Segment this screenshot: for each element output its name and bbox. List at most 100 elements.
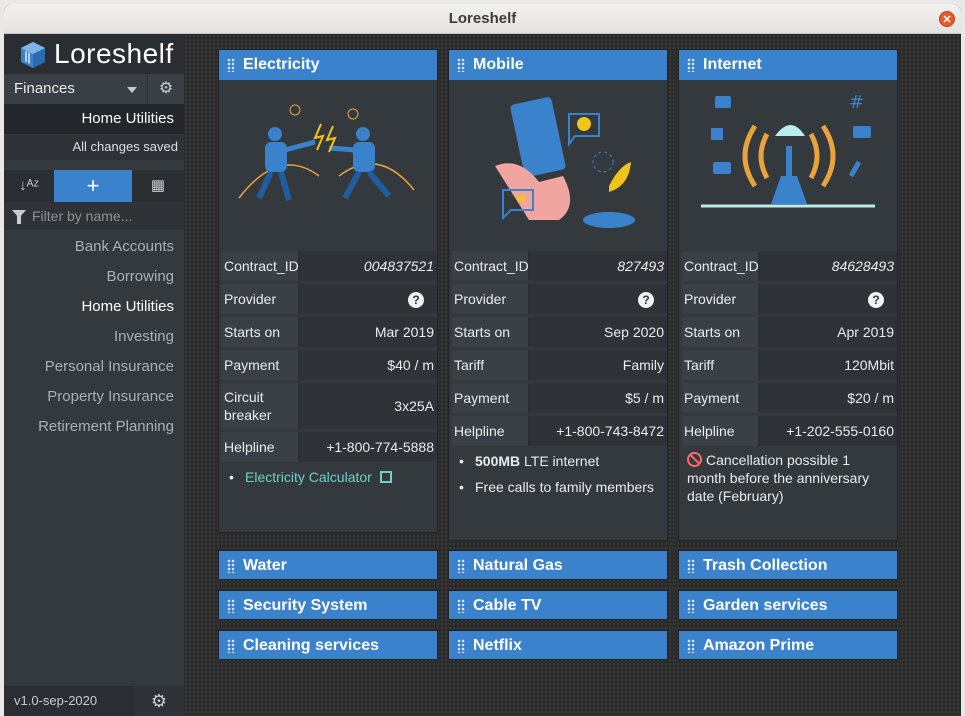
drag-handle-icon[interactable] — [457, 639, 465, 653]
field-key: Payment — [222, 350, 300, 380]
card-water[interactable]: Water — [218, 550, 438, 580]
drag-handle-icon[interactable] — [227, 639, 235, 653]
field-key: Starts on — [222, 317, 300, 347]
electricity-calculator-link[interactable]: Electricity Calculator — [245, 469, 372, 485]
field-key: Helpline — [222, 432, 300, 462]
version-label: v1.0-sep-2020 — [4, 686, 134, 716]
list-item: 500MB LTE internet — [459, 452, 659, 470]
category-settings-button[interactable]: ⚙ — [148, 74, 184, 104]
sidebar-item-investing[interactable]: Investing — [4, 322, 184, 352]
field-value[interactable]: +1-202-555-0160 — [760, 416, 897, 446]
drag-handle-icon[interactable] — [687, 639, 695, 653]
filter-input[interactable]: Filter by name... — [4, 202, 184, 230]
field-key: Contract_ID — [222, 251, 300, 281]
mobile-illustration — [449, 80, 667, 248]
card-title: Mobile — [473, 56, 524, 73]
field-key: Payment — [452, 383, 530, 413]
sidebar-item-home-utilities[interactable]: Home Utilities — [4, 292, 184, 322]
field-value[interactable]: Family — [530, 350, 667, 380]
field-value[interactable]: $5 / m — [530, 383, 667, 413]
page-list: Bank Accounts Borrowing Home Utilities I… — [4, 232, 184, 442]
card-title: Electricity — [243, 56, 320, 73]
drag-handle-icon[interactable] — [687, 58, 695, 72]
field-value[interactable]: 84628493 — [760, 251, 897, 281]
card-natural-gas[interactable]: Natural Gas — [448, 550, 668, 580]
card-title: Amazon Prime — [703, 637, 815, 654]
field-key: Helpline — [452, 416, 530, 446]
card-cable-tv[interactable]: Cable TV — [448, 590, 668, 620]
field-value[interactable]: $20 / m — [760, 383, 897, 413]
field-value[interactable]: ? — [530, 284, 667, 314]
new-page-button[interactable]: + — [54, 170, 132, 202]
help-icon[interactable]: ? — [638, 292, 654, 308]
internet-illustration: # — [679, 80, 897, 248]
field-value[interactable]: +1-800-774-5888 — [300, 432, 437, 462]
close-window-button[interactable]: ✕ — [939, 11, 955, 27]
logo-cube-icon — [21, 42, 45, 68]
logo-text: Loreshelf — [54, 38, 174, 69]
ban-icon — [687, 452, 702, 467]
card-cleaning-services[interactable]: Cleaning services — [218, 630, 438, 660]
drag-handle-icon[interactable] — [227, 58, 235, 72]
card-title: Cable TV — [473, 597, 542, 614]
drag-handle-icon[interactable] — [687, 559, 695, 573]
sidebar-item-borrowing[interactable]: Borrowing — [4, 262, 184, 292]
field-value[interactable]: $40 / m — [300, 350, 437, 380]
sidebar: Loreshelf Finances ⚙ Home Utilities + Al… — [4, 34, 214, 716]
card-header[interactable]: Electricity — [219, 50, 437, 80]
settings-button[interactable]: ⚙ — [134, 686, 184, 716]
field-key: Contract_ID — [682, 251, 760, 281]
card-title: Internet — [703, 56, 762, 73]
filter-placeholder: Filter by name... — [32, 208, 133, 224]
card-security-system[interactable]: Security System — [218, 590, 438, 620]
field-value[interactable]: Apr 2019 — [760, 317, 897, 347]
card-netflix[interactable]: Netflix — [448, 630, 668, 660]
card-trash-collection[interactable]: Trash Collection — [678, 550, 898, 580]
filter-icon — [12, 210, 26, 224]
field-key: Tariff — [452, 350, 530, 380]
calendar-button[interactable]: ▦ — [132, 170, 184, 202]
field-value[interactable]: ? — [760, 284, 897, 314]
help-icon[interactable]: ? — [408, 292, 424, 308]
window-title: Loreshelf — [448, 10, 517, 27]
external-link-icon[interactable] — [379, 471, 392, 483]
field-value[interactable]: 120Mbit — [760, 350, 897, 380]
field-value[interactable]: 827493 — [530, 251, 667, 281]
drag-handle-icon[interactable] — [227, 599, 235, 613]
card-header[interactable]: Internet — [679, 50, 897, 80]
card-internet: Internet # Contract_ID 84628493 Provider… — [678, 49, 898, 541]
card-title: Garden services — [703, 597, 828, 614]
title-bar: Loreshelf ✕ — [4, 4, 961, 34]
current-page-title[interactable]: Home Utilities — [4, 104, 184, 134]
drag-handle-icon[interactable] — [227, 559, 235, 573]
drag-handle-icon[interactable] — [687, 599, 695, 613]
save-status: All changes saved — [4, 134, 184, 160]
board-area: Electricity Contract_ID 004837521 Provid… — [184, 34, 961, 716]
field-value[interactable]: Mar 2019 — [300, 317, 437, 347]
sidebar-item-property-insurance[interactable]: Property Insurance — [4, 382, 184, 412]
chevron-down-icon — [127, 87, 137, 93]
category-dropdown[interactable]: Finances — [4, 74, 148, 104]
field-value[interactable]: 3x25A — [300, 383, 437, 429]
field-key: Provider — [452, 284, 530, 314]
field-value[interactable]: 004837521 — [300, 251, 437, 281]
note-text: Cancellation possible 1 month before the… — [687, 452, 870, 504]
field-value[interactable]: Sep 2020 — [530, 317, 667, 347]
drag-handle-icon[interactable] — [457, 58, 465, 72]
logo: Loreshelf — [4, 34, 184, 74]
field-value[interactable]: ? — [300, 284, 437, 314]
card-header[interactable]: Mobile — [449, 50, 667, 80]
sidebar-item-bank-accounts[interactable]: Bank Accounts — [4, 232, 184, 262]
drag-handle-icon[interactable] — [457, 559, 465, 573]
field-key: Starts on — [682, 317, 760, 347]
help-icon[interactable]: ? — [868, 292, 884, 308]
drag-handle-icon[interactable] — [457, 599, 465, 613]
card-amazon-prime[interactable]: Amazon Prime — [678, 630, 898, 660]
card-garden-services[interactable]: Garden services — [678, 590, 898, 620]
sidebar-item-retirement-planning[interactable]: Retirement Planning — [4, 412, 184, 442]
field-key: Contract_ID — [452, 251, 530, 281]
sidebar-item-personal-insurance[interactable]: Personal Insurance — [4, 352, 184, 382]
field-key: Helpline — [682, 416, 760, 446]
field-value[interactable]: +1-800-743-8472 — [530, 416, 667, 446]
sort-az-button[interactable]: ↓ᴬᶻ — [4, 170, 54, 202]
